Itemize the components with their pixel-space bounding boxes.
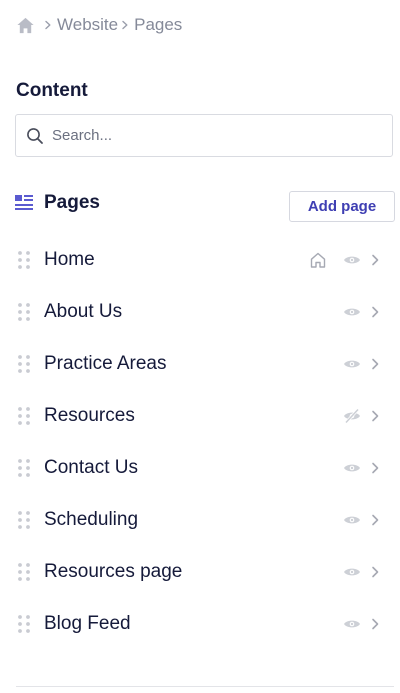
eye-icon[interactable] [343, 616, 361, 632]
chevron-right-icon[interactable] [370, 512, 380, 528]
page-row[interactable]: About Us [0, 286, 400, 338]
drag-handle-icon[interactable] [17, 354, 31, 374]
home-page-icon [309, 251, 327, 269]
add-page-button[interactable]: Add page [289, 191, 395, 222]
page-label: Home [44, 249, 95, 270]
chevron-right-icon[interactable] [370, 304, 380, 320]
chevron-right-icon [43, 20, 53, 30]
page-label: Resources [44, 405, 135, 426]
eye-icon[interactable] [343, 564, 361, 580]
page-row[interactable]: Blog Feed [0, 598, 400, 650]
page-row[interactable]: Contact Us [0, 442, 400, 494]
drag-handle-icon[interactable] [17, 406, 31, 426]
page-row[interactable]: Scheduling [0, 494, 400, 546]
page-label: Resources page [44, 561, 183, 582]
pages-list-icon [15, 195, 33, 211]
breadcrumb: Website Pages [16, 14, 182, 36]
chevron-right-icon[interactable] [370, 408, 380, 424]
search-box[interactable] [15, 114, 393, 157]
chevron-right-icon[interactable] [370, 616, 380, 632]
eye-icon[interactable] [343, 512, 361, 528]
eye-icon[interactable] [343, 252, 361, 268]
drag-handle-icon[interactable] [17, 510, 31, 530]
eye-icon[interactable] [343, 304, 361, 320]
home-icon[interactable] [16, 16, 35, 35]
chevron-right-icon[interactable] [370, 252, 380, 268]
drag-handle-icon[interactable] [17, 614, 31, 634]
drag-handle-icon[interactable] [17, 562, 31, 582]
chevron-right-icon [120, 20, 130, 30]
breadcrumb-item-pages[interactable]: Pages [134, 15, 182, 35]
page-label: Scheduling [44, 509, 139, 530]
eye-icon[interactable] [343, 356, 361, 372]
page-label: Blog Feed [44, 613, 131, 634]
page-row[interactable]: Resources page [0, 546, 400, 598]
eye-icon[interactable] [343, 460, 361, 476]
breadcrumb-item-website[interactable]: Website [57, 15, 118, 35]
page-label: About Us [44, 301, 123, 322]
search-icon [26, 127, 44, 145]
eye-off-icon[interactable] [343, 408, 361, 424]
pages-title: Pages [44, 192, 100, 213]
page-label: Practice Areas [44, 353, 167, 374]
page-list: Home About Us Practice Areas Resources Conta… [0, 234, 400, 650]
content-heading: Content [16, 80, 88, 101]
page-row[interactable]: Resources [0, 390, 400, 442]
page-row[interactable]: Home [0, 234, 400, 286]
search-input[interactable] [52, 127, 372, 144]
chevron-right-icon[interactable] [370, 356, 380, 372]
page-label: Contact Us [44, 457, 138, 478]
divider [16, 686, 394, 687]
page-row[interactable]: Practice Areas [0, 338, 400, 390]
chevron-right-icon[interactable] [370, 564, 380, 580]
drag-handle-icon[interactable] [17, 250, 31, 270]
pages-header: Pages Add page [15, 190, 395, 222]
drag-handle-icon[interactable] [17, 458, 31, 478]
chevron-right-icon[interactable] [370, 460, 380, 476]
drag-handle-icon[interactable] [17, 302, 31, 322]
